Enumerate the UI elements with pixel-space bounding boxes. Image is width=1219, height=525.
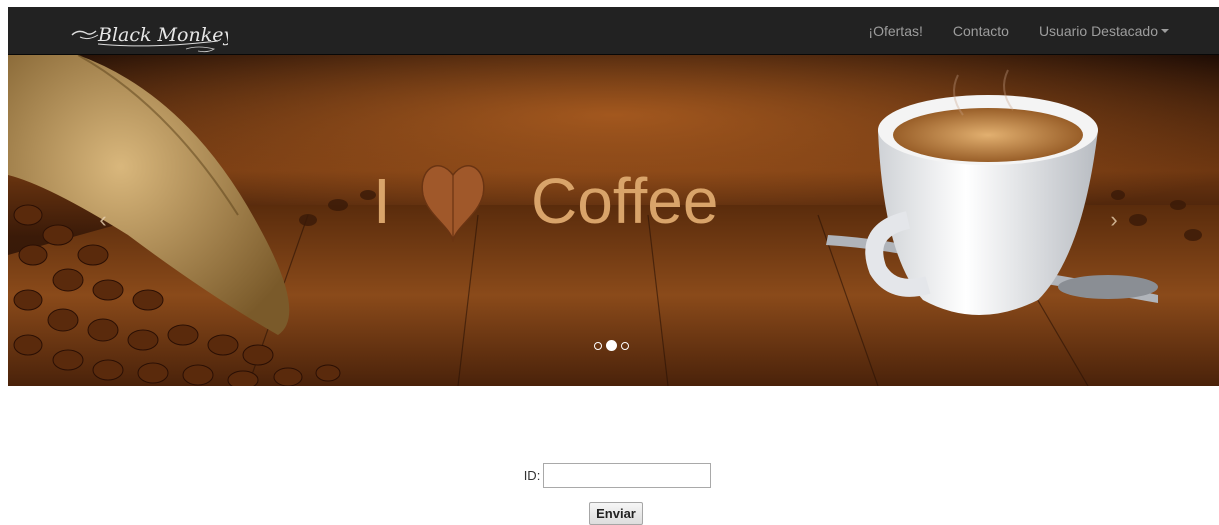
carousel-indicator-1[interactable] — [594, 341, 602, 350]
caret-down-icon — [1161, 29, 1169, 33]
slide-text-i: I — [373, 165, 391, 237]
nav-links: ¡Ofertas! Contacto Usuario Destacado — [838, 7, 1169, 55]
carousel-prev-button[interactable]: ‹ — [88, 205, 118, 235]
carousel-slide-image: I Coffee — [8, 55, 1219, 386]
svg-text:Black Monkey: Black Monkey — [97, 24, 228, 46]
submit-button[interactable]: Enviar — [589, 502, 643, 525]
submit-row: Enviar — [0, 502, 1219, 525]
nav-dropdown-label: Usuario Destacado — [1038, 23, 1158, 39]
carousel-next-button[interactable]: › — [1099, 205, 1129, 235]
nav-link-ofertas-label: ¡Ofertas! — [868, 23, 923, 39]
hero-carousel: I Coffee ‹ › — [8, 55, 1219, 386]
chevron-right-icon: › — [1110, 207, 1118, 232]
nav-link-ofertas[interactable]: ¡Ofertas! — [868, 23, 922, 39]
chevron-left-icon: ‹ — [99, 207, 107, 232]
carousel-indicators — [594, 340, 629, 351]
id-input[interactable] — [543, 463, 712, 488]
nav-link-contacto[interactable]: Contacto — [953, 23, 1009, 39]
top-navbar: Black Monkey ¡Ofertas! Contacto Usuario … — [8, 7, 1219, 55]
brand-logo[interactable]: Black Monkey — [68, 11, 234, 53]
carousel-indicator-2[interactable] — [606, 340, 617, 351]
carousel-indicator-3[interactable] — [621, 341, 629, 350]
slide-text-coffee: Coffee — [531, 165, 718, 237]
nav-link-contacto-label: Contacto — [952, 23, 1009, 39]
id-form-row: ID: — [0, 463, 1219, 488]
nav-dropdown-usuario-destacado[interactable]: Usuario Destacado — [1039, 23, 1169, 39]
id-label: ID: — [523, 468, 541, 483]
